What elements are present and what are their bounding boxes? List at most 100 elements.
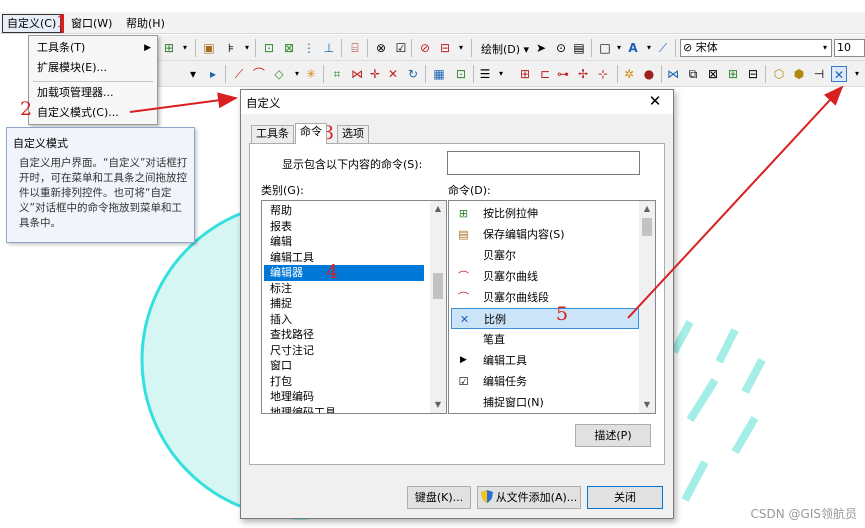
category-item[interactable]: 地理编码工具 <box>264 405 424 414</box>
category-item[interactable]: 标注 <box>264 281 424 297</box>
catalog-icon[interactable]: ▣ <box>201 40 217 56</box>
properties-icon[interactable]: ☰ <box>477 66 493 82</box>
reshape-icon[interactable]: ⌗ <box>329 66 345 82</box>
globe-icon[interactable]: ● <box>641 66 657 82</box>
tab-toolbars[interactable]: 工具条 <box>251 125 294 143</box>
scroll-down-icon[interactable]: ▼ <box>639 397 655 413</box>
text-tool-icon[interactable]: A <box>625 40 641 56</box>
georef-icon[interactable]: ⋈ <box>665 66 681 82</box>
arc-segment-icon[interactable]: ⌒ <box>251 66 267 82</box>
menu-item-customize-mode[interactable]: 自定义模式(C)... <box>29 103 157 123</box>
command-item[interactable]: ☑ 编辑任务 <box>451 371 639 392</box>
generalize-icon[interactable]: ⬡ <box>771 66 787 82</box>
scroll-up-icon[interactable]: ▲ <box>430 201 446 217</box>
dialog-titlebar[interactable]: 自定义 ✕ <box>241 90 673 114</box>
category-item[interactable]: 地理编码 <box>264 389 424 405</box>
close-icon[interactable]: ✕ <box>647 92 663 110</box>
keyboard-button[interactable]: 键盘(K)... <box>407 486 471 509</box>
category-item[interactable]: 打包 <box>264 374 424 390</box>
command-item[interactable]: 笔直 <box>451 329 639 350</box>
rotate-feature-icon[interactable]: ↻ <box>405 66 421 82</box>
align-icon[interactable]: ⋮ <box>301 40 317 56</box>
category-scrollbar[interactable]: ▲ ▼ <box>430 201 446 413</box>
category-listbox[interactable]: 帮助 报表 编辑 编辑工具 编辑器 标注 捕捉 插入 查找路径 尺寸注记 窗口 … <box>261 200 447 414</box>
category-item[interactable]: 编辑工具 <box>264 250 424 266</box>
category-item[interactable]: 编辑 <box>264 234 424 250</box>
table-icon[interactable]: ⊟ <box>745 66 761 82</box>
rotate-icon[interactable]: ⊙ <box>553 40 569 56</box>
split-icon[interactable]: ✛ <box>367 66 383 82</box>
layout-tool-icon[interactable]: ⊧ <box>223 40 239 56</box>
command-item-selected[interactable]: ✕ 比例 <box>451 308 639 329</box>
describe-button[interactable]: 描述(P) <box>575 424 651 447</box>
chevron-down-icon[interactable]: ▾ <box>177 40 193 56</box>
command-item[interactable]: 捕捉窗口(N) <box>451 392 639 413</box>
menu-item-extensions[interactable]: 扩展模块(E)... <box>29 58 157 78</box>
command-item[interactable]: ⌒ 贝塞尔曲线段 <box>451 287 639 308</box>
scale-icon[interactable]: ✕ <box>831 66 847 82</box>
category-item-selected[interactable]: 编辑器 <box>264 265 424 281</box>
command-item[interactable]: ▤ 保存编辑内容(S) <box>451 224 639 245</box>
command-item[interactable]: 贝塞尔 <box>451 245 639 266</box>
attributes-icon[interactable]: ▦ <box>431 66 447 82</box>
chevron-down-icon[interactable]: ▾ <box>849 66 865 82</box>
category-item[interactable]: 捕捉 <box>264 296 424 312</box>
check-icon[interactable]: ☑ <box>393 40 409 56</box>
chevron-down-icon[interactable]: ▾ <box>453 40 469 56</box>
scroll-down-icon[interactable]: ▼ <box>430 397 446 413</box>
line-tool-icon[interactable]: ⟋ <box>655 40 671 56</box>
menu-item-addin-manager[interactable]: 加载项管理器... <box>29 83 157 103</box>
menu-window[interactable]: 窗口(W) <box>67 15 116 32</box>
identify-icon[interactable]: ⊗ <box>373 40 389 56</box>
chevron-down-icon[interactable]: ▾ <box>817 40 833 56</box>
smooth-icon[interactable]: ⬢ <box>791 66 807 82</box>
scroll-up-icon[interactable]: ▲ <box>639 201 655 217</box>
zoom-icon[interactable]: ▤ <box>571 40 587 56</box>
select-elements-icon[interactable]: ➤ <box>533 40 549 56</box>
command-listbox[interactable]: ⊞ 按比例拉伸 ▤ 保存编辑内容(S) 贝塞尔 ⌒ 贝塞尔曲线 ⌒ 贝塞尔曲线段… <box>448 200 656 414</box>
no-entry-icon[interactable]: ⊘ <box>417 40 433 56</box>
scrollbar-thumb[interactable] <box>433 273 443 299</box>
grid-tool-icon[interactable]: ⧉ <box>685 66 701 82</box>
category-item[interactable]: 窗口 <box>264 358 424 374</box>
menu-customize[interactable]: 自定义(C) <box>2 14 62 33</box>
filter-input[interactable] <box>447 151 640 175</box>
link-icon[interactable]: ⊞ <box>725 66 741 82</box>
distribute-icon[interactable]: ⊥ <box>321 40 337 56</box>
close-button[interactable]: 关闭 <box>587 486 663 509</box>
tab-commands[interactable]: 命令 <box>295 123 327 144</box>
draw-menu[interactable]: 绘制(D) ▾ <box>481 41 529 57</box>
category-item[interactable]: 报表 <box>264 219 424 235</box>
category-item[interactable]: 尺寸注记 <box>264 343 424 359</box>
chevron-down-icon[interactable]: ▾ <box>185 66 201 82</box>
proportional-icon[interactable]: ⊣ <box>811 66 827 82</box>
snap-edge-icon[interactable]: ⊶ <box>555 66 571 82</box>
cut-polygon-icon[interactable]: ⋈ <box>349 66 365 82</box>
frame-icon[interactable]: ⌸ <box>347 40 363 56</box>
topology-icon[interactable]: ⊞ <box>517 66 533 82</box>
tree-view-icon[interactable]: ⊞ <box>161 40 177 56</box>
snap-point-icon[interactable]: ⊹ <box>595 66 611 82</box>
delete-icon[interactable]: ⊟ <box>437 40 453 56</box>
sparkle-icon[interactable]: ✲ <box>621 66 637 82</box>
chevron-down-icon[interactable]: ▾ <box>493 66 509 82</box>
edge-icon[interactable]: ⊏ <box>537 66 553 82</box>
sketch-properties-icon[interactable]: ⊡ <box>453 66 469 82</box>
tab-options[interactable]: 选项 <box>337 125 369 143</box>
point-icon[interactable]: ◇ <box>271 66 287 82</box>
snap-vertex-icon[interactable]: ✢ <box>575 66 591 82</box>
command-scrollbar[interactable]: ▲ ▼ <box>639 201 655 413</box>
command-item[interactable]: ▶ 编辑工具 <box>451 350 639 371</box>
vertex-icon[interactable]: ✳ <box>303 66 319 82</box>
clear-selection-icon[interactable]: ⊠ <box>281 40 297 56</box>
scrollbar-thumb[interactable] <box>642 218 652 236</box>
straight-segment-icon[interactable]: ⟋ <box>231 66 247 82</box>
category-item[interactable]: 帮助 <box>264 203 424 219</box>
category-item[interactable]: 查找路径 <box>264 327 424 343</box>
font-name-combo[interactable]: ⊘ 宋体 <box>680 39 832 57</box>
menu-item-toolbars[interactable]: 工具条(T) ▶ <box>29 38 157 58</box>
add-from-file-button[interactable]: 从文件添加(A)... <box>477 486 581 509</box>
select-features-icon[interactable]: ⊡ <box>261 40 277 56</box>
category-item[interactable]: 插入 <box>264 312 424 328</box>
command-item[interactable]: ⌒ 贝塞尔曲线 <box>451 266 639 287</box>
